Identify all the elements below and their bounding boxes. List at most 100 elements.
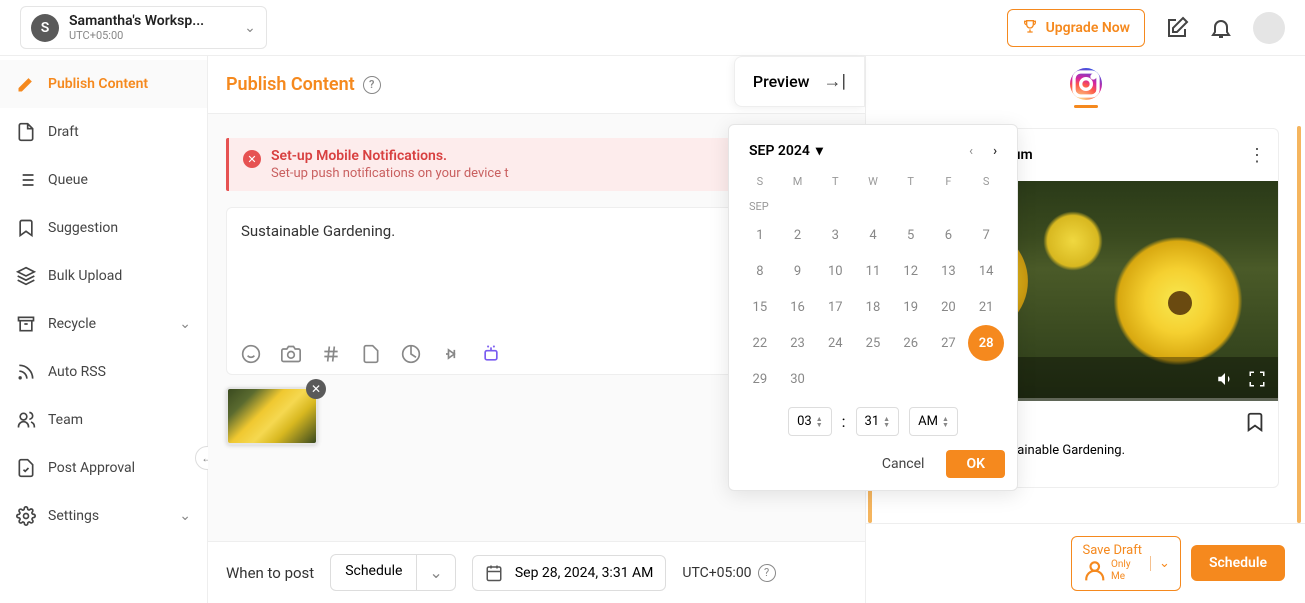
time-separator: : <box>842 412 846 431</box>
calendar-day[interactable]: 26 <box>893 325 929 361</box>
calendar-day[interactable]: 23 <box>780 325 816 361</box>
compose-icon[interactable] <box>1165 16 1189 40</box>
upgrade-button[interactable]: Upgrade Now <box>1007 9 1145 47</box>
volume-icon[interactable] <box>1216 370 1234 388</box>
sidebar-item-label: Queue <box>48 172 88 188</box>
calendar-day[interactable]: 3 <box>817 217 853 253</box>
calendar-day[interactable]: 30 <box>780 361 816 397</box>
next-month-button[interactable]: › <box>993 144 997 159</box>
chevron-down-icon: ⌄ <box>179 316 191 332</box>
datepicker-ok-button[interactable]: OK <box>946 450 1005 478</box>
calendar-day[interactable]: 29 <box>742 361 778 397</box>
sidebar-item-bulk-upload[interactable]: Bulk Upload <box>0 252 207 300</box>
media-thumbnail[interactable]: ✕ <box>226 387 318 445</box>
layers-icon <box>16 266 36 286</box>
calendar-day[interactable]: 20 <box>930 289 966 325</box>
calendar-day[interactable]: 5 <box>893 217 929 253</box>
calendar-day[interactable]: 18 <box>855 289 891 325</box>
remove-media-button[interactable]: ✕ <box>306 379 326 399</box>
sidebar-item-queue[interactable]: Queue <box>0 156 207 204</box>
ampm-input[interactable]: AM▲▼ <box>909 407 958 436</box>
datetime-value: Sep 28, 2024, 3:31 AM <box>515 565 654 581</box>
sidebar-item-recycle[interactable]: Recycle ⌄ <box>0 300 207 348</box>
calendar-day[interactable]: 14 <box>968 253 1004 289</box>
sidebar-item-settings[interactable]: Settings ⌄ <box>0 492 207 540</box>
fullscreen-icon[interactable] <box>1248 370 1266 388</box>
close-icon[interactable]: ✕ <box>243 150 261 168</box>
workspace-timezone: UTC+05:00 <box>69 29 204 42</box>
timezone-value: UTC+05:00 <box>682 565 751 581</box>
calendar-day[interactable]: 25 <box>855 325 891 361</box>
chevron-down-icon: ⌄ <box>179 508 191 524</box>
schedule-button[interactable]: Schedule <box>1191 545 1285 581</box>
calendar-day[interactable]: 28 <box>968 325 1004 361</box>
instagram-tab[interactable] <box>1070 68 1102 100</box>
gear-icon <box>16 506 36 526</box>
datetime-picker-trigger[interactable]: Sep 28, 2024, 3:31 AM <box>472 555 667 591</box>
calendar-day[interactable]: 6 <box>930 217 966 253</box>
calendar-day[interactable]: 21 <box>968 289 1004 325</box>
calendar-day[interactable]: 17 <box>817 289 853 325</box>
sidebar-item-draft[interactable]: Draft <box>0 108 207 156</box>
calendar-day[interactable]: 22 <box>742 325 778 361</box>
minute-input[interactable]: 31▲▼ <box>856 407 900 436</box>
when-to-post-label: When to post <box>226 564 314 582</box>
schedule-type-dropdown[interactable]: Schedule ⌄ <box>330 554 456 591</box>
weekday: S <box>967 175 1005 188</box>
date-picker-popup: SEP 2024 ▾ ‹ › S M T W T F S SEP 1234567… <box>728 124 1018 491</box>
calendar-day[interactable]: 8 <box>742 253 778 289</box>
calendar-day[interactable]: 13 <box>930 253 966 289</box>
calendar-day[interactable]: 2 <box>780 217 816 253</box>
calendar-day[interactable]: 12 <box>893 253 929 289</box>
calendar-day[interactable]: 4 <box>855 217 891 253</box>
chart-icon[interactable] <box>401 344 421 364</box>
sidebar-item-publish-content[interactable]: Publish Content <box>0 60 207 108</box>
approval-icon <box>16 458 36 478</box>
chevron-down-icon: ⌄ <box>416 555 454 590</box>
calendar-day[interactable]: 1 <box>742 217 778 253</box>
calendar-day[interactable]: 7 <box>968 217 1004 253</box>
chevron-down-icon: ⌄ <box>244 20 256 36</box>
preview-tab[interactable]: Preview →| <box>734 56 865 107</box>
thumbnail-image <box>226 387 318 445</box>
hour-input[interactable]: 03▲▼ <box>788 407 832 436</box>
sidebar-item-team[interactable]: Team <box>0 396 207 444</box>
save-draft-button[interactable]: Save Draft Only Me ⌄ <box>1071 536 1180 591</box>
camera-icon[interactable] <box>281 344 301 364</box>
calendar-day[interactable]: 11 <box>855 253 891 289</box>
save-draft-label: Save Draft <box>1082 543 1142 559</box>
sidebar-item-auto-rss[interactable]: Auto RSS <box>0 348 207 396</box>
calendar-day[interactable]: 9 <box>780 253 816 289</box>
file-icon[interactable] <box>361 344 381 364</box>
calendar-day[interactable]: 10 <box>817 253 853 289</box>
upgrade-label: Upgrade Now <box>1046 20 1130 36</box>
emoji-icon[interactable] <box>241 344 261 364</box>
workspace-selector[interactable]: S Samantha's Worksp... UTC+05:00 ⌄ <box>20 6 267 49</box>
sidebar-item-post-approval[interactable]: Post Approval <box>0 444 207 492</box>
sidebar-item-label: Suggestion <box>48 220 118 236</box>
calendar-day[interactable]: 19 <box>893 289 929 325</box>
calendar-day[interactable]: 24 <box>817 325 853 361</box>
help-icon[interactable]: ? <box>363 76 381 94</box>
ai-robot-icon[interactable] <box>481 344 501 364</box>
hashtag-icon[interactable] <box>321 344 341 364</box>
rss-icon <box>16 362 36 382</box>
more-icon[interactable]: ⋮ <box>1248 145 1266 166</box>
spinner-icon: ▲▼ <box>883 416 890 428</box>
weekday: T <box>816 175 854 188</box>
datepicker-cancel-button[interactable]: Cancel <box>872 450 935 478</box>
calendar-day[interactable]: 16 <box>780 289 816 325</box>
bell-icon[interactable] <box>1209 16 1233 40</box>
caret-down-icon: ▾ <box>816 143 823 159</box>
sidebar-item-label: Bulk Upload <box>48 268 122 284</box>
calendar-day[interactable]: 27 <box>930 325 966 361</box>
month-section-label: SEP <box>741 192 1005 217</box>
plug-icon[interactable] <box>441 344 461 364</box>
prev-month-button[interactable]: ‹ <box>969 144 973 159</box>
help-icon[interactable]: ? <box>758 564 776 582</box>
bookmark-icon[interactable] <box>1244 411 1266 433</box>
datepicker-month-selector[interactable]: SEP 2024 ▾ <box>749 143 823 159</box>
calendar-day[interactable]: 15 <box>742 289 778 325</box>
sidebar-item-suggestion[interactable]: Suggestion <box>0 204 207 252</box>
profile-avatar[interactable] <box>1253 12 1285 44</box>
